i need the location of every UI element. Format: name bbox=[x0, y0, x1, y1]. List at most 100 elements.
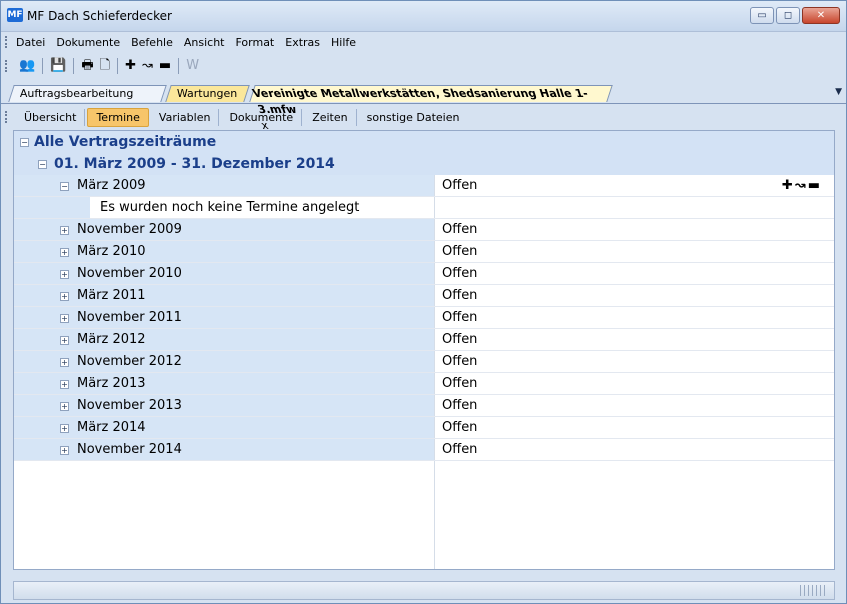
expand-icon[interactable]: + bbox=[60, 446, 69, 455]
toolbar: 👥 💾 🖶 🗋 ✚ ↝ ▬ W bbox=[1, 54, 846, 78]
status-text: Offen bbox=[442, 332, 478, 347]
status-text: Offen bbox=[442, 442, 478, 457]
month-label: November 2013 bbox=[77, 398, 182, 413]
print-preview-icon[interactable]: 🗋 bbox=[100, 58, 110, 74]
word-icon[interactable]: W bbox=[186, 58, 199, 74]
expand-icon[interactable]: + bbox=[60, 380, 69, 389]
status-bar bbox=[13, 581, 835, 600]
tree-root-label: Alle Vertragszeiträume bbox=[34, 134, 217, 150]
move-icon[interactable]: ↝ bbox=[795, 178, 808, 193]
application-window: MF MF Dach Schieferdecker ▭ ◻ ✕ Datei Do… bbox=[0, 0, 847, 604]
tab-termine[interactable]: Termine bbox=[87, 107, 149, 127]
collapse-icon[interactable]: − bbox=[38, 160, 47, 169]
status-text: Offen bbox=[442, 244, 478, 259]
status-text: Offen bbox=[442, 354, 478, 369]
month-label: November 2011 bbox=[77, 310, 182, 325]
tab-auftragsbearbeitung[interactable]: Auftragsbearbeitung bbox=[8, 85, 167, 102]
empty-message-row: Es wurden noch keine Termine angelegt bbox=[14, 197, 834, 219]
close-window-button[interactable]: ✕ bbox=[802, 7, 840, 24]
tab-variablen[interactable]: Variablen bbox=[151, 108, 220, 126]
status-text: Offen bbox=[442, 266, 478, 281]
status-text: Offen bbox=[442, 398, 478, 413]
toolbar-separator bbox=[178, 58, 180, 74]
app-logo-icon: MF bbox=[7, 8, 23, 22]
move-icon[interactable]: ↝ bbox=[142, 58, 153, 74]
tree-month-row[interactable]: + November 2009 Offen bbox=[14, 219, 834, 241]
expand-icon[interactable]: + bbox=[60, 402, 69, 411]
tree-month-row[interactable]: + November 2014 Offen bbox=[14, 439, 834, 461]
empty-message: Es wurden noch keine Termine angelegt bbox=[100, 200, 360, 215]
tree-month-row[interactable]: + März 2012 Offen bbox=[14, 329, 834, 351]
menu-dokumente[interactable]: Dokumente bbox=[56, 36, 120, 49]
collapse-icon[interactable]: − bbox=[20, 138, 29, 147]
expand-icon[interactable]: + bbox=[60, 358, 69, 367]
menu-datei[interactable]: Datei bbox=[16, 36, 45, 49]
save-icon[interactable]: 💾 bbox=[50, 58, 66, 74]
row-actions: ✚↝▬ bbox=[782, 175, 822, 197]
subtab-grip-icon bbox=[5, 111, 10, 123]
toolbar-separator bbox=[42, 58, 44, 74]
tree-month-row[interactable]: + November 2013 Offen bbox=[14, 395, 834, 417]
expand-icon[interactable]: + bbox=[60, 292, 69, 301]
users-icon[interactable]: 👥 bbox=[19, 58, 35, 74]
tree-month-row[interactable]: + November 2012 Offen bbox=[14, 351, 834, 373]
expand-icon[interactable]: + bbox=[60, 248, 69, 257]
tab-sonstige-dateien[interactable]: sonstige Dateien bbox=[359, 109, 468, 126]
sub-tabs: Übersicht Termine Variablen Dokumente Ze… bbox=[1, 107, 846, 127]
menu-ansicht[interactable]: Ansicht bbox=[184, 36, 225, 49]
tree-month-row[interactable]: + März 2010 Offen bbox=[14, 241, 834, 263]
collapse-icon[interactable]: − bbox=[60, 182, 69, 191]
window-title: MF Dach Schieferdecker bbox=[27, 9, 172, 23]
remove-icon[interactable]: ▬ bbox=[159, 58, 171, 74]
expand-icon[interactable]: + bbox=[60, 336, 69, 345]
tab-uebersicht[interactable]: Übersicht bbox=[16, 108, 86, 126]
toolbar-separator bbox=[73, 58, 75, 74]
tree-month-row[interactable]: + November 2010 Offen bbox=[14, 263, 834, 285]
month-label: März 2011 bbox=[77, 288, 146, 303]
month-label: März 2009 bbox=[77, 178, 146, 193]
status-text: Offen bbox=[442, 310, 478, 325]
menu-bar: Datei Dokumente Befehle Ansicht Format E… bbox=[1, 33, 846, 51]
remove-icon[interactable]: ▬ bbox=[808, 178, 822, 193]
tree-month-row[interactable]: + November 2011 Offen bbox=[14, 307, 834, 329]
month-label: März 2010 bbox=[77, 244, 146, 259]
resize-grip-icon[interactable] bbox=[800, 585, 828, 596]
tab-list-dropdown-icon[interactable]: ▼ bbox=[835, 87, 842, 97]
expand-icon[interactable]: + bbox=[60, 424, 69, 433]
minimize-button[interactable]: ▭ bbox=[750, 7, 774, 24]
status-text: Offen bbox=[442, 288, 478, 303]
tree-month-row[interactable]: + März 2011 Offen bbox=[14, 285, 834, 307]
status-text: Offen bbox=[442, 376, 478, 391]
document-tabs: Auftragsbearbeitung Wartungen Vereinigte… bbox=[1, 83, 846, 132]
tree-root-row[interactable]: − Alle Vertragszeiträume bbox=[14, 131, 834, 153]
status-text: Offen bbox=[442, 178, 478, 193]
tab-zeiten[interactable]: Zeiten bbox=[304, 108, 357, 126]
status-text: Offen bbox=[442, 222, 478, 237]
month-label: November 2010 bbox=[77, 266, 182, 281]
tab-dokumente[interactable]: Dokumente bbox=[221, 108, 303, 126]
month-label: März 2014 bbox=[77, 420, 146, 435]
menu-befehle[interactable]: Befehle bbox=[131, 36, 173, 49]
tree-month-row[interactable]: − März 2009 Offen ✚↝▬ bbox=[14, 175, 834, 197]
expand-icon[interactable]: + bbox=[60, 270, 69, 279]
maximize-button[interactable]: ◻ bbox=[776, 7, 800, 24]
title-bar: MF MF Dach Schieferdecker ▭ ◻ ✕ bbox=[1, 1, 846, 32]
menu-hilfe[interactable]: Hilfe bbox=[331, 36, 356, 49]
tab-vereinigte-metallwerkstaetten[interactable]: Vereinigte Metallwerkstätten, Shedsanier… bbox=[249, 85, 613, 132]
add-icon[interactable]: ✚ bbox=[125, 58, 136, 74]
expand-icon[interactable]: + bbox=[60, 314, 69, 323]
tree-month-row[interactable]: + März 2013 Offen bbox=[14, 373, 834, 395]
menu-format[interactable]: Format bbox=[235, 36, 274, 49]
toolbar-separator bbox=[117, 58, 119, 74]
tab-wartungen[interactable]: Wartungen bbox=[165, 85, 250, 102]
month-label: November 2014 bbox=[77, 442, 182, 457]
tree-month-row[interactable]: + März 2014 Offen bbox=[14, 417, 834, 439]
add-icon[interactable]: ✚ bbox=[782, 178, 795, 193]
menu-extras[interactable]: Extras bbox=[285, 36, 320, 49]
tree-period-row[interactable]: − 01. März 2009 - 31. Dezember 2014 bbox=[14, 153, 834, 175]
toolbar-grip-icon bbox=[5, 60, 10, 72]
expand-icon[interactable]: + bbox=[60, 226, 69, 235]
print-icon[interactable]: 🖶 bbox=[81, 58, 93, 74]
window-controls: ▭ ◻ ✕ bbox=[750, 7, 840, 24]
month-label: März 2013 bbox=[77, 376, 146, 391]
